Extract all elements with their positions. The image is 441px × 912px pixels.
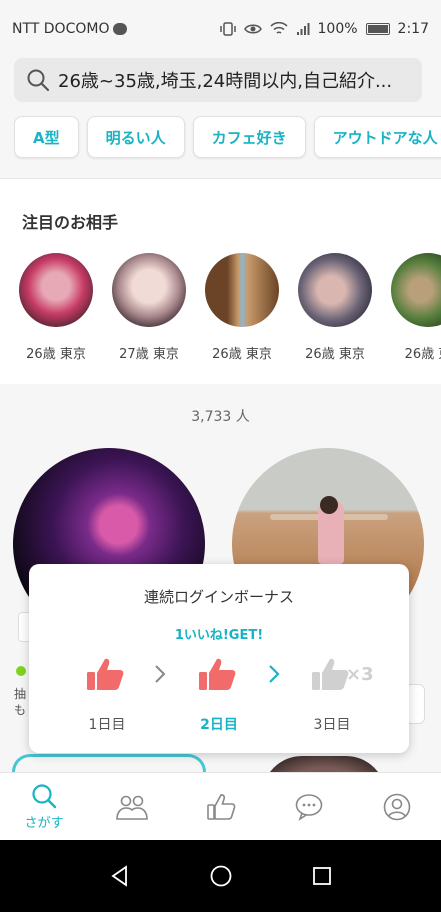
day-label: 2日目 [200, 717, 238, 733]
online-indicator [16, 666, 26, 676]
photo-detail [320, 496, 338, 514]
avatar [391, 253, 441, 327]
thumbs-up-icon [312, 658, 349, 690]
status-bar: NTT DOCOMO 100% 2:17 [0, 0, 441, 58]
login-bonus-modal[interactable]: 連続ログインボーナス 1いいね!GET! 1日目 2日目 ×3 3日目 [29, 564, 409, 753]
profile-icon [383, 793, 411, 820]
avatar [112, 253, 186, 327]
chip-blood-type[interactable]: A型 [14, 116, 79, 158]
chip-cheerful[interactable]: 明るい人 [86, 116, 185, 158]
back-icon[interactable] [109, 865, 131, 887]
thumbs-up-icon [87, 658, 124, 690]
avatar [19, 253, 93, 327]
multiplier-label: ×3 [346, 664, 374, 685]
home-icon[interactable] [209, 864, 233, 888]
search-bar[interactable]: 26歳~35歳,埼玉,24時間以内,自己紹介... [14, 58, 422, 102]
chevron-right-icon [269, 665, 280, 683]
search-icon [27, 69, 50, 92]
eye-icon [243, 24, 262, 34]
avatar-caption: 27歳 東京 [119, 347, 179, 362]
recents-icon[interactable] [312, 866, 332, 886]
featured-person[interactable]: 26歳 東京 [298, 253, 372, 363]
chat-bubble-icon [295, 793, 323, 821]
nav-likes[interactable] [176, 773, 264, 840]
android-nav-bar [0, 840, 441, 912]
modal-reward: 1いいね!GET! [174, 628, 264, 643]
status-right: 100% 2:17 [219, 21, 429, 37]
day-label: 3日目 [313, 717, 351, 733]
featured-person[interactable]: 26歳 東京 [205, 253, 279, 363]
chip-outdoor[interactable]: アウトドアな人 [313, 116, 441, 158]
avatar-caption: 26歳 東京 [305, 347, 365, 362]
featured-title: 注目のお相手 [22, 213, 119, 232]
nav-search[interactable]: さがす [0, 773, 88, 840]
vibrate-icon [219, 22, 236, 36]
avatar [205, 253, 279, 327]
clock: 2:17 [397, 21, 429, 37]
day-label: 1日目 [88, 717, 126, 733]
battery-icon [365, 23, 390, 35]
avatar-caption: 26歳 東 [404, 347, 441, 362]
card-text: 抽も [14, 687, 27, 717]
wifi-icon [269, 22, 288, 34]
bonus-day-1: 1日目 [67, 656, 147, 746]
bottom-nav: さがす [0, 772, 441, 840]
thumbs-up-icon [199, 658, 236, 690]
status-left: NTT DOCOMO [12, 21, 128, 37]
nav-community[interactable] [88, 773, 176, 840]
nav-search-label: さがす [24, 816, 64, 831]
featured-avatars: 26歳 東京 27歳 東京 26歳 東京 26歳 東京 26歳 東 [19, 253, 441, 363]
result-count: 3,733 人 [191, 409, 250, 425]
featured-person[interactable]: 26歳 東 [391, 253, 441, 363]
search-query: 26歳~35歳,埼玉,24時間以内,自己紹介... [58, 71, 393, 92]
avatar-caption: 26歳 東京 [212, 347, 272, 362]
modal-title: 連続ログインボーナス [143, 588, 294, 606]
featured-person[interactable]: 27歳 東京 [112, 253, 186, 363]
message-icon [113, 23, 128, 35]
signal-icon [296, 23, 310, 35]
featured-section: 注目のお相手 26歳 東京 27歳 東京 26歳 東京 26歳 東京 26歳 東 [0, 178, 441, 384]
chip-cafe[interactable]: カフェ好き [192, 116, 306, 158]
carrier-label: NTT DOCOMO [12, 21, 110, 37]
community-icon [116, 795, 149, 820]
avatar-caption: 26歳 東京 [26, 347, 86, 362]
bonus-day-3: ×3 3日目 [292, 656, 374, 746]
search-icon [32, 784, 57, 809]
featured-person[interactable]: 26歳 東京 [19, 253, 93, 363]
bonus-day-2: 2日目 [179, 656, 259, 746]
avatar [298, 253, 372, 327]
chevron-right-icon [155, 665, 166, 683]
nav-profile[interactable] [353, 773, 441, 840]
thumbs-up-icon [206, 793, 235, 820]
filter-chips: A型 明るい人 カフェ好き アウトドアな人 [14, 116, 441, 160]
nav-messages[interactable] [265, 773, 353, 840]
battery-percent: 100% [317, 21, 358, 37]
